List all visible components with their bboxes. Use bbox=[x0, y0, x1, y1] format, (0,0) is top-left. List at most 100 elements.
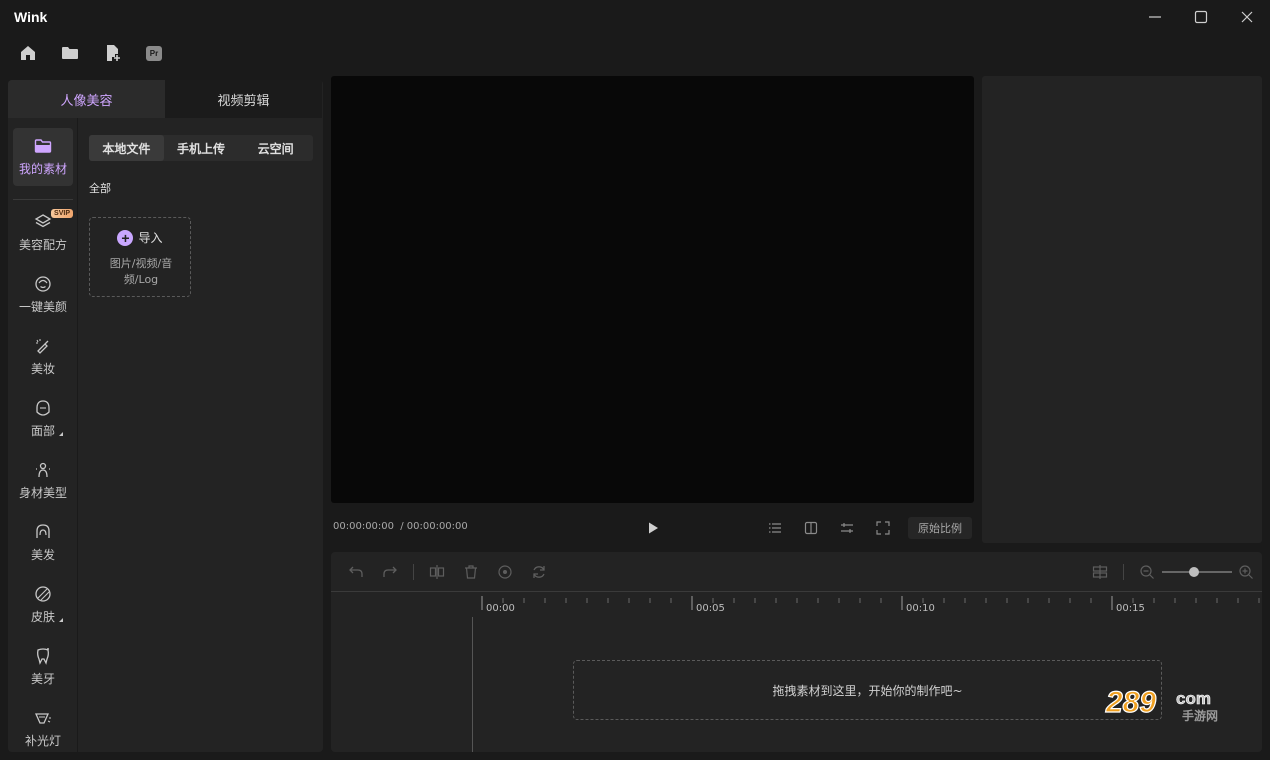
hair-icon bbox=[36, 524, 50, 538]
svip-badge: SVIP bbox=[51, 209, 73, 218]
adjust-button[interactable] bbox=[838, 519, 856, 537]
sidebar-item-label: 美发 bbox=[30, 548, 55, 562]
chapter-list-button[interactable] bbox=[766, 519, 784, 537]
tab-phone-upload[interactable]: 手机上传 bbox=[164, 135, 239, 161]
sidebar-divider bbox=[13, 199, 73, 200]
face-outline-icon bbox=[36, 400, 50, 416]
sidebar-item-label: 皮肤 bbox=[30, 610, 55, 624]
sidebar-item-hair[interactable]: 美发 bbox=[13, 514, 73, 572]
category-all[interactable]: 全部 bbox=[89, 180, 111, 196]
tab-video-edit[interactable]: 视频剪辑 bbox=[165, 80, 322, 118]
sidebar-item-label: 美容配方 bbox=[18, 238, 67, 252]
import-header: + 导入 bbox=[90, 229, 190, 246]
face-icon bbox=[35, 276, 51, 292]
compare-button[interactable] bbox=[802, 519, 820, 537]
minimize-button[interactable] bbox=[1144, 6, 1166, 28]
sidebar-item-label: 美妆 bbox=[30, 362, 55, 376]
playhead[interactable] bbox=[472, 617, 473, 752]
sidebar-item-one-click-beauty[interactable]: 一键美颜 bbox=[13, 266, 73, 324]
toolbar-divider bbox=[413, 564, 414, 580]
app-title: Wink bbox=[14, 9, 48, 25]
compare-icon bbox=[804, 521, 818, 535]
open-folder-button[interactable] bbox=[59, 42, 81, 64]
redo-button[interactable] bbox=[381, 563, 399, 581]
light-icon bbox=[34, 713, 51, 724]
makeup-brush-icon bbox=[36, 339, 49, 354]
tooth-icon bbox=[37, 648, 49, 665]
replace-button[interactable] bbox=[530, 563, 548, 581]
zoom-out-button[interactable] bbox=[1138, 563, 1156, 581]
time-total: / 00:00:00:00 bbox=[400, 521, 468, 532]
delete-button[interactable] bbox=[462, 563, 480, 581]
freeze-frame-button[interactable] bbox=[496, 563, 514, 581]
sidebar-item-body-shape[interactable]: 身材美型 bbox=[13, 452, 73, 510]
sidebar-item-label: 面部 bbox=[30, 424, 55, 438]
sidebar-item-teeth[interactable]: 美牙 bbox=[13, 638, 73, 696]
layers-icon bbox=[34, 214, 52, 228]
play-button[interactable] bbox=[644, 519, 662, 537]
maximize-button[interactable] bbox=[1190, 6, 1212, 28]
trash-icon bbox=[465, 565, 477, 579]
timeline-toolbar bbox=[331, 552, 1262, 592]
freeze-icon bbox=[498, 565, 512, 579]
zoom-slider-handle[interactable] bbox=[1188, 567, 1199, 577]
zoom-in-icon bbox=[1239, 565, 1253, 579]
import-button[interactable]: + 导入 图片/视频/音频/Log bbox=[89, 217, 191, 297]
tick-label: 00:10 bbox=[906, 603, 935, 614]
sliders-icon bbox=[841, 523, 853, 533]
play-icon bbox=[649, 522, 658, 534]
sidebar-item-face[interactable]: 面部 bbox=[13, 390, 73, 448]
timeline-drop-zone[interactable]: 拖拽素材到这里，开始你的制作吧~ bbox=[573, 660, 1162, 720]
skin-icon bbox=[35, 586, 51, 602]
home-button[interactable] bbox=[17, 42, 39, 64]
sidebar-item-beauty-recipe[interactable]: SVIP 美容配方 bbox=[13, 204, 73, 262]
svg-text:com: com bbox=[1176, 689, 1211, 708]
toolbar-divider bbox=[1123, 564, 1124, 580]
asset-content: 本地文件 手机上传 云空间 全部 + 导入 图片/视频/音频/Log bbox=[78, 118, 323, 752]
close-icon bbox=[1241, 11, 1253, 23]
premiere-export-button[interactable]: Pr bbox=[143, 42, 165, 64]
close-button[interactable] bbox=[1236, 6, 1258, 28]
properties-panel bbox=[982, 76, 1262, 543]
body-icon bbox=[36, 462, 50, 478]
undo-button[interactable] bbox=[347, 563, 365, 581]
svg-text:289: 289 bbox=[1105, 686, 1156, 719]
time-current: 00:00:00:00 bbox=[333, 521, 395, 532]
title-bar: Wink bbox=[0, 0, 1270, 34]
preview-controls: 00:00:00:00 / 00:00:00:00 原始比例 bbox=[331, 510, 974, 546]
tab-portrait-beauty[interactable]: 人像美容 bbox=[8, 80, 165, 118]
timecode: 00:00:00:00 / 00:00:00:00 bbox=[333, 521, 468, 532]
home-icon bbox=[21, 46, 35, 60]
snap-icon bbox=[1092, 565, 1108, 579]
aspect-ratio-button[interactable]: 原始比例 bbox=[908, 517, 972, 539]
sidebar: 我的素材 SVIP 美容配方 一键美颜 美妆 面部 身材美型 美发 皮肤 美牙 … bbox=[8, 118, 78, 752]
redo-icon bbox=[383, 566, 397, 577]
plus-circle-icon: + bbox=[117, 229, 134, 246]
refresh-icon bbox=[533, 566, 545, 578]
zoom-in-button[interactable] bbox=[1237, 563, 1255, 581]
sidebar-item-skin[interactable]: 皮肤 bbox=[13, 576, 73, 634]
mode-tabs: 人像美容 视频剪辑 bbox=[8, 80, 323, 118]
tick-label: 00:15 bbox=[1116, 603, 1145, 614]
sidebar-item-my-assets[interactable]: 我的素材 bbox=[13, 128, 73, 186]
zoom-out-icon bbox=[1140, 565, 1154, 579]
sidebar-item-label: 补光灯 bbox=[24, 734, 61, 748]
left-panel: 人像美容 视频剪辑 我的素材 SVIP 美容配方 一键美颜 美妆 面部 身材美型… bbox=[8, 80, 323, 752]
sidebar-item-makeup[interactable]: 美妆 bbox=[13, 328, 73, 386]
sidebar-item-label: 美牙 bbox=[30, 672, 55, 686]
split-button[interactable] bbox=[428, 563, 446, 581]
import-label: 导入 bbox=[138, 231, 163, 245]
video-preview[interactable] bbox=[331, 76, 974, 503]
new-file-button[interactable] bbox=[102, 42, 124, 64]
time-ruler[interactable]: 00:00 00:05 00:10 00:15 bbox=[481, 592, 1262, 618]
fullscreen-icon bbox=[876, 521, 890, 535]
snap-button[interactable] bbox=[1091, 563, 1109, 581]
sidebar-item-fill-light[interactable]: 补光灯 bbox=[13, 700, 73, 752]
tab-local-files[interactable]: 本地文件 bbox=[89, 135, 164, 161]
list-icon bbox=[769, 523, 781, 533]
tab-cloud-space[interactable]: 云空间 bbox=[238, 135, 313, 161]
sidebar-item-label: 一键美颜 bbox=[18, 300, 67, 314]
svg-text:手游网: 手游网 bbox=[1182, 708, 1218, 723]
minimize-icon bbox=[1149, 16, 1161, 18]
fullscreen-button[interactable] bbox=[874, 519, 892, 537]
